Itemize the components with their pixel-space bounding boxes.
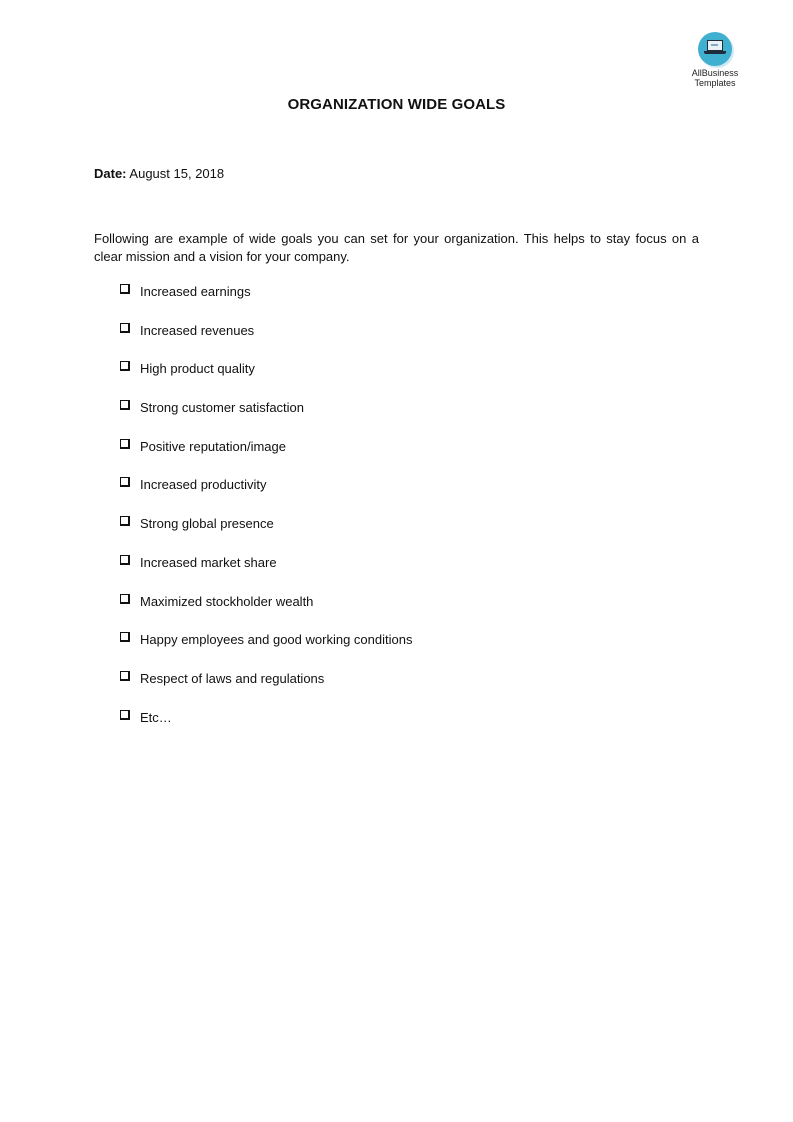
checkbox-icon[interactable]: [120, 284, 130, 294]
goal-label: Etc…: [140, 709, 172, 725]
goal-label: Respect of laws and regulations: [140, 670, 325, 686]
goal-item: Increased earnings: [120, 282, 412, 321]
goals-checklist: Increased earnings Increased revenues Hi…: [120, 282, 412, 746]
intro-paragraph: Following are example of wide goals you …: [94, 231, 699, 264]
goal-label: Increased productivity: [140, 477, 267, 493]
logo-line-2: Templates: [694, 78, 736, 88]
checkbox-icon[interactable]: [120, 400, 130, 411]
date-label: Date:: [94, 166, 127, 181]
goal-label: Positive reputation/image: [140, 438, 286, 454]
logo-text: AllBusiness Templates: [683, 68, 747, 88]
checkbox-icon[interactable]: [120, 593, 130, 604]
goal-label: Strong global presence: [140, 516, 274, 532]
laptop-icon: [698, 32, 732, 66]
logo-line-1: AllBusiness: [691, 68, 739, 78]
checkbox-icon[interactable]: [120, 477, 130, 488]
goal-item: High product quality: [120, 359, 412, 398]
goal-item: Increased market share: [120, 553, 412, 592]
goal-item: Strong customer satisfaction: [120, 398, 412, 437]
checkbox-icon[interactable]: [120, 516, 130, 527]
checkbox-icon[interactable]: [120, 438, 130, 449]
goal-item: Happy employees and good working conditi…: [120, 630, 412, 669]
goal-label: High product quality: [140, 361, 255, 377]
checkbox-icon[interactable]: [120, 709, 130, 720]
goal-item: Positive reputation/image: [120, 437, 412, 476]
goal-item: Respect of laws and regulations: [120, 669, 412, 708]
goal-label: Maximized stockholder wealth: [140, 593, 314, 609]
checkbox-icon[interactable]: [120, 361, 130, 372]
date-line: Date: August 15, 2018: [94, 166, 224, 181]
checkbox-icon[interactable]: [120, 322, 130, 333]
checkbox-icon[interactable]: [120, 632, 130, 643]
goal-label: Happy employees and good working conditi…: [140, 632, 413, 648]
goal-item: Maximized stockholder wealth: [120, 592, 412, 631]
goal-label: Increased revenues: [140, 322, 255, 338]
goal-item: Strong global presence: [120, 514, 412, 553]
checkbox-icon[interactable]: [120, 670, 130, 681]
document-title: ORGANIZATION WIDE GOALS: [287, 96, 506, 113]
allbusiness-logo: AllBusiness Templates: [683, 32, 747, 88]
goal-label: Strong customer satisfaction: [140, 400, 305, 416]
goal-item: Etc…: [120, 708, 412, 747]
checkbox-icon[interactable]: [120, 554, 130, 565]
goal-item: Increased revenues: [120, 321, 412, 360]
date-value: August 15, 2018: [129, 166, 225, 181]
goal-label: Increased earnings: [140, 284, 251, 299]
goal-label: Increased market share: [140, 554, 277, 570]
goal-item: Increased productivity: [120, 475, 412, 514]
